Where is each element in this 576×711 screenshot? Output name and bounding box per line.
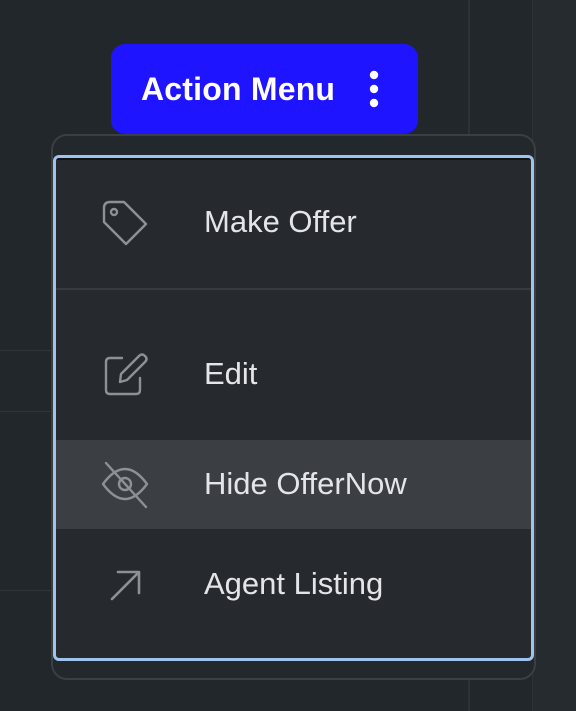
menu-item-agent-listing[interactable]: Agent Listing bbox=[56, 529, 531, 658]
menu-item-label: Edit bbox=[204, 356, 258, 391]
kebab-vertical-icon[interactable] bbox=[366, 70, 382, 108]
menu-item-hide-offer[interactable]: Hide OfferNow bbox=[56, 440, 531, 529]
menu-item-label: Make Offer bbox=[204, 204, 357, 239]
action-dropdown-menu: Make Offer Edit Hide OfferNow Agent List… bbox=[53, 155, 534, 661]
page: Action Menu Make Offer Edit Hide OfferNo… bbox=[0, 0, 576, 711]
right-scroll-area bbox=[532, 0, 576, 711]
arrow-up-right-icon bbox=[110, 570, 141, 601]
menu-item-label: Hide OfferNow bbox=[204, 466, 407, 501]
menu-item-edit[interactable]: Edit bbox=[56, 290, 531, 440]
tag-icon bbox=[102, 200, 148, 246]
menu-item-make-offer[interactable]: Make Offer bbox=[56, 158, 531, 288]
action-menu-label: Action Menu bbox=[141, 70, 336, 107]
menu-item-label: Agent Listing bbox=[204, 566, 384, 601]
edit-icon bbox=[104, 353, 148, 396]
eye-off-icon bbox=[101, 461, 149, 509]
